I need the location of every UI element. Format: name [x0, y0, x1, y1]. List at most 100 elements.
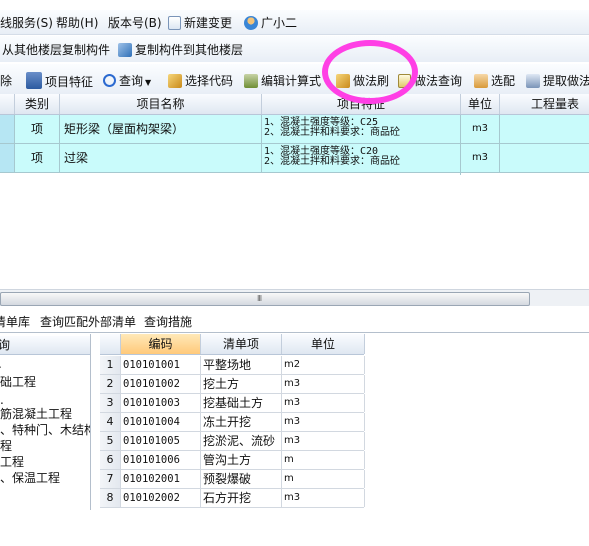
tab-bill-library[interactable]: 清单库	[0, 313, 30, 331]
row-number: 7	[100, 470, 121, 488]
floor-copy-toolbar: 从其他楼层复制构件 复制构件到其他楼层	[0, 36, 589, 62]
cell-unit[interactable]: m3	[282, 394, 365, 412]
cell-item-name[interactable]: 矩形梁（屋面构架梁）	[60, 115, 262, 143]
cell-item-feature[interactable]: 1、混凝土强度等级：C25 2、混凝土拌和料要求：商品砼	[262, 115, 461, 146]
tree-item[interactable]: 础工程	[0, 374, 36, 390]
cell-code[interactable]: 010101003	[121, 394, 201, 412]
table-row[interactable]: 1 010101001 平整场地 m2	[100, 356, 365, 375]
cell-unit[interactable]: m3	[461, 115, 500, 143]
table-row[interactable]: 项 过梁 1、混凝土强度等级：C20 2、混凝土拌和料要求：商品砼 m3	[0, 144, 589, 175]
cell-unit[interactable]: m3	[282, 413, 365, 431]
tree-line-icon: .	[0, 393, 4, 407]
formula-icon	[244, 74, 258, 88]
menu-bar: 线服务(S) 帮助(H) 版本号(B) 新建变更 广小二	[0, 10, 589, 35]
guangxiaoer-label: 广小二	[261, 16, 298, 30]
cell-code[interactable]: 010101005	[121, 432, 201, 450]
table-row[interactable]: 6 010101006 管沟土方 m	[100, 451, 365, 470]
table-row[interactable]: 7 010102001 预裂爆破 m	[100, 470, 365, 489]
tab-match-external-bill[interactable]: 查询匹配外部清单	[40, 313, 136, 331]
chapter-tree: 询 . 础工程 . 筋混凝土工程 、特种门、木结构 程 工程 、保温工程	[0, 334, 91, 510]
pick-label: 选配	[491, 74, 516, 88]
cell-unit[interactable]: m3	[282, 375, 365, 393]
header-unit: 单位	[461, 94, 500, 114]
select-code-label: 选择代码	[185, 74, 234, 88]
cell-item-feature[interactable]: 1、混凝土强度等级：C20 2、混凝土拌和料要求：商品砼	[262, 144, 461, 175]
cell-code[interactable]: 010101001	[121, 356, 201, 374]
tree-item[interactable]: 、特种门、木结构	[0, 422, 90, 438]
method-toolbar: 除 项目特征 查询 ▼ 选择代码 编辑计算式 做法刷 做法查询 选配 提取做法	[0, 64, 589, 95]
extract-method-button[interactable]: 提取做法	[526, 72, 589, 89]
search-icon	[103, 74, 116, 87]
method-query-button[interactable]: 做法查询	[398, 72, 462, 89]
cell-bill-item[interactable]: 冻土开挖	[201, 413, 282, 431]
copy-to-other-floor-button[interactable]: 复制构件到其他楼层	[118, 41, 243, 58]
row-indicator[interactable]	[0, 115, 15, 143]
cell-unit[interactable]: m3	[282, 432, 365, 450]
cell-category[interactable]: 项	[15, 144, 60, 172]
cell-bill-item[interactable]: 管沟土方	[201, 451, 282, 469]
cell-item-name[interactable]: 过梁	[60, 144, 262, 172]
new-change-button[interactable]: 新建变更	[168, 14, 232, 31]
tree-line-icon: .	[0, 357, 2, 371]
table-row[interactable]: 项 矩形梁（屋面构架梁） 1、混凝土强度等级：C25 2、混凝土拌和料要求：商品…	[0, 115, 589, 146]
table-row[interactable]: 2 010101002 挖土方 m3	[100, 375, 365, 394]
row-number: 8	[100, 489, 121, 507]
table-row[interactable]: 8 010102002 石方开挖 m3	[100, 489, 365, 508]
chevron-down-icon: ▼	[145, 78, 152, 87]
select-code-button[interactable]: 选择代码	[168, 72, 233, 89]
tab-query-measures[interactable]: 查询措施	[144, 313, 192, 331]
horizontal-scrollbar[interactable]: III	[0, 289, 589, 306]
tree-item[interactable]: .	[0, 356, 2, 372]
cell-code[interactable]: 010102001	[121, 470, 201, 488]
delete-button[interactable]: 除	[0, 72, 12, 89]
method-brush-button[interactable]: 做法刷	[336, 72, 389, 89]
tree-item[interactable]: 工程	[0, 454, 24, 470]
table-row[interactable]: 4 010101004 冻土开挖 m3	[100, 413, 365, 432]
cell-unit[interactable]: m	[282, 451, 365, 469]
cell-unit[interactable]: m3	[461, 144, 500, 172]
table-row[interactable]: 3 010101003 挖基础土方 m3	[100, 394, 365, 413]
cell-unit[interactable]: m2	[282, 356, 365, 374]
item-feature-button[interactable]: 项目特征	[26, 72, 93, 90]
cell-category[interactable]: 项	[15, 115, 60, 143]
edit-formula-button[interactable]: 编辑计算式	[244, 72, 321, 89]
cell-code[interactable]: 010101006	[121, 451, 201, 469]
guangxiaoer-button[interactable]: 广小二	[244, 14, 297, 31]
row-number: 2	[100, 375, 121, 393]
cell-unit[interactable]: m3	[282, 489, 365, 507]
query-label: 查询	[119, 74, 144, 88]
cell-code[interactable]: 010101002	[121, 375, 201, 393]
cell-bill-item[interactable]: 预裂爆破	[201, 470, 282, 488]
header-unit[interactable]: 单位	[282, 334, 365, 354]
cell-bill-item[interactable]: 平整场地	[201, 356, 282, 374]
row-indicator-header	[0, 94, 15, 114]
scrollbar-grip: III	[257, 294, 262, 303]
cell-quantity-expression[interactable]	[500, 144, 589, 172]
cell-quantity-expression[interactable]	[500, 115, 589, 143]
cell-bill-item[interactable]: 石方开挖	[201, 489, 282, 507]
copy-from-other-floor-button[interactable]: 从其他楼层复制构件	[2, 41, 110, 58]
cell-code[interactable]: 010102002	[121, 489, 201, 507]
menu-help[interactable]: 帮助(H)	[56, 14, 98, 31]
cell-code[interactable]: 010101004	[121, 413, 201, 431]
cell-unit[interactable]: m	[282, 470, 365, 488]
table-row[interactable]: 5 010101005 挖淤泥、流砂 m3	[100, 432, 365, 451]
menu-version[interactable]: 版本号(B)	[108, 14, 162, 31]
query-dropdown-button[interactable]: 查询 ▼	[103, 72, 151, 89]
header-category: 类别	[15, 94, 60, 114]
scrollbar-thumb[interactable]: III	[0, 292, 530, 306]
pick-button[interactable]: 选配	[474, 72, 515, 89]
cell-bill-item[interactable]: 挖土方	[201, 375, 282, 393]
header-code[interactable]: 编码	[121, 334, 201, 354]
tree-item[interactable]: 程	[0, 438, 12, 454]
row-number: 6	[100, 451, 121, 469]
row-indicator[interactable]	[0, 144, 15, 172]
header-bill-item[interactable]: 清单项	[201, 334, 282, 354]
copy-icon	[118, 43, 132, 57]
cell-bill-item[interactable]: 挖淤泥、流砂	[201, 432, 282, 450]
menu-online-service[interactable]: 线服务(S)	[0, 14, 53, 31]
tree-item[interactable]: 筋混凝土工程	[0, 406, 72, 422]
feature-line: 2、混凝土拌和料要求：商品砼	[264, 127, 401, 138]
cell-bill-item[interactable]: 挖基础土方	[201, 394, 282, 412]
tree-item[interactable]: 、保温工程	[0, 470, 60, 486]
